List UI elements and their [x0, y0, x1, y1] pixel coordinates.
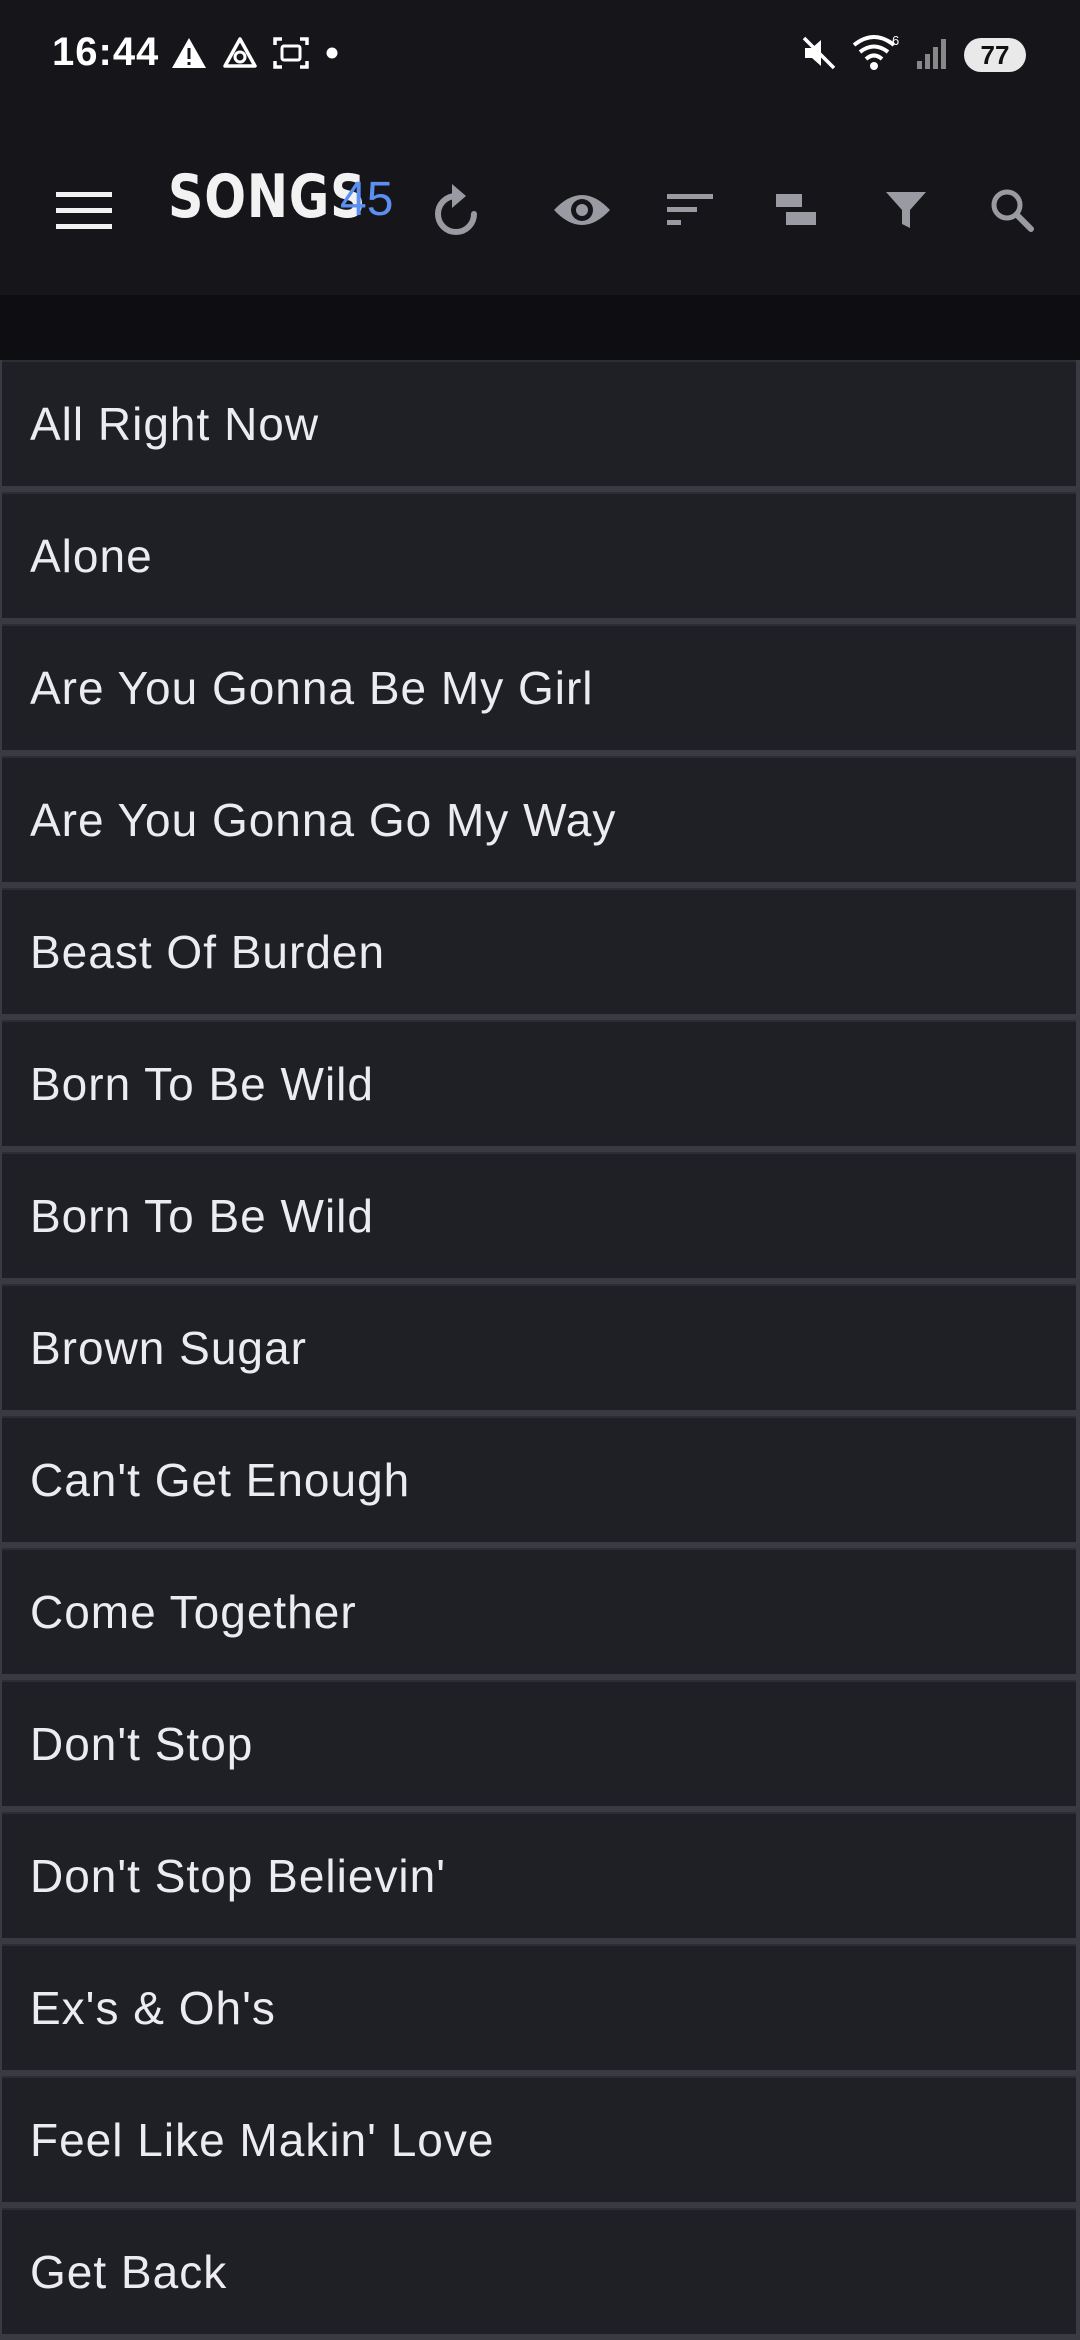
song-list: All Right Now Alone Are You Gonna Be My … [0, 360, 1080, 2340]
song-title: Ex's & Oh's [30, 1982, 276, 2034]
song-title: Don't Stop Believin' [30, 1850, 447, 1902]
song-count: 45 [340, 173, 394, 226]
song-title: Born To Be Wild [30, 1190, 374, 1242]
song-title: Get Back [30, 2246, 228, 2298]
list-item[interactable]: Beast Of Burden [2, 888, 1076, 1014]
song-title: Are You Gonna Be My Girl [30, 662, 594, 714]
song-title: Are You Gonna Go My Way [30, 794, 617, 846]
wifi-icon: 6 [852, 33, 900, 78]
song-title: Come Together [30, 1586, 357, 1638]
list-item[interactable]: Are You Gonna Go My Way [2, 756, 1076, 882]
signal-icon [914, 35, 950, 76]
toolbar: SONGS 45 [0, 110, 1080, 295]
refresh-icon[interactable] [418, 170, 498, 250]
status-icons-left [170, 34, 340, 76]
layout-icon[interactable] [756, 170, 836, 250]
song-title: Feel Like Makin' Love [30, 2114, 495, 2166]
battery-icon: 77 [964, 38, 1026, 72]
list-item[interactable]: Born To Be Wild [2, 1152, 1076, 1278]
song-title: Brown Sugar [30, 1322, 307, 1374]
list-item[interactable]: Don't Stop Believin' [2, 1812, 1076, 1938]
sort-icon[interactable] [650, 170, 730, 250]
list-item[interactable]: Brown Sugar [2, 1284, 1076, 1410]
svg-text:6: 6 [892, 33, 899, 48]
list-item[interactable]: Alone [2, 492, 1076, 618]
list-item[interactable]: Are You Gonna Be My Girl [2, 624, 1076, 750]
list-item[interactable]: All Right Now [2, 360, 1076, 486]
list-item[interactable]: Don't Stop [2, 1680, 1076, 1806]
list-item[interactable]: Born To Be Wild [2, 1020, 1076, 1146]
status-icons-right: 6 77 [800, 30, 1026, 80]
page-title: SONGS [168, 162, 367, 232]
eye-icon[interactable] [542, 170, 622, 250]
song-title: Don't Stop [30, 1718, 254, 1770]
song-title: All Right Now [30, 398, 320, 450]
status-bar: 16:44 6 77 [0, 0, 1080, 110]
list-item[interactable]: Feel Like Makin' Love [2, 2076, 1076, 2202]
status-time: 16:44 [52, 30, 160, 74]
list-item[interactable]: Can't Get Enough [2, 1416, 1076, 1542]
list-item[interactable]: Ex's & Oh's [2, 1944, 1076, 2070]
warning-icon [170, 36, 208, 75]
header-separator [0, 295, 1080, 360]
menu-icon[interactable] [40, 168, 128, 252]
search-icon[interactable] [972, 170, 1052, 250]
song-title: Born To Be Wild [30, 1058, 374, 1110]
screenshot-icon [272, 35, 310, 76]
list-item[interactable]: Come Together [2, 1548, 1076, 1674]
recycle-icon [222, 36, 258, 75]
song-title: Alone [30, 530, 153, 582]
song-title: Beast Of Burden [30, 926, 386, 978]
list-item[interactable]: Get Back [2, 2208, 1076, 2334]
dot-icon [324, 45, 340, 66]
filter-icon[interactable] [866, 170, 946, 250]
mute-icon [800, 34, 838, 77]
song-title: Can't Get Enough [30, 1454, 411, 1506]
